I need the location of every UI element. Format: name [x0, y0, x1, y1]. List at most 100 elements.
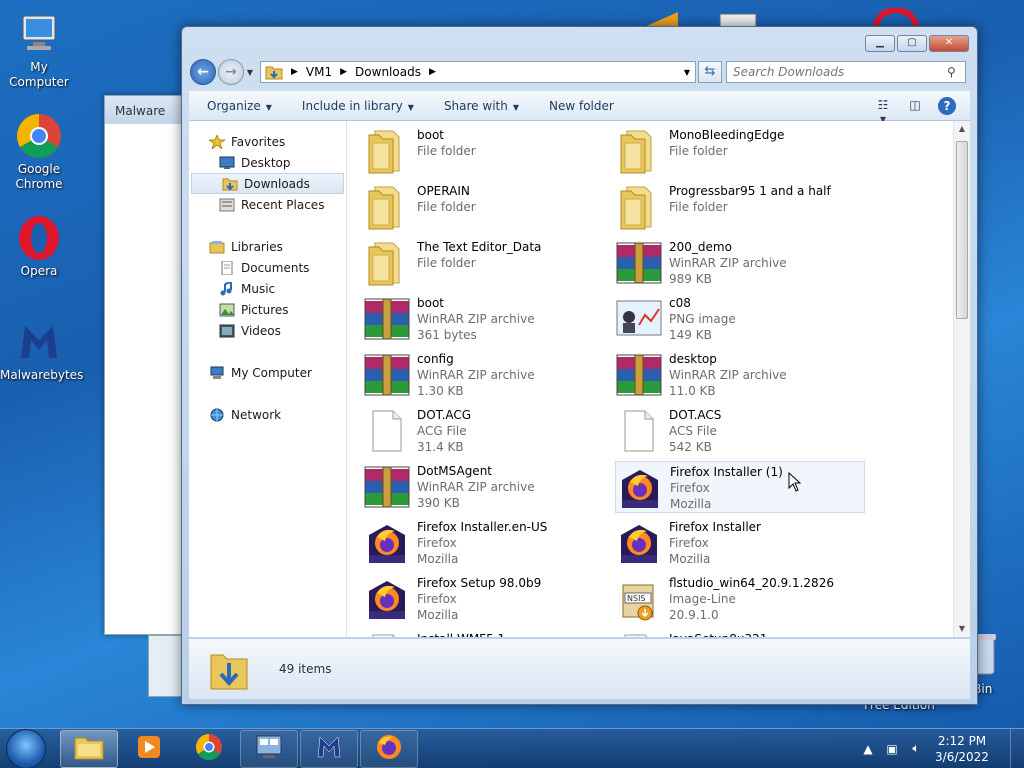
file-item[interactable]: boot WinRAR ZIP archive 361 bytes	[363, 293, 613, 345]
minimize-button[interactable]: ▁	[865, 35, 895, 52]
change-view-icon[interactable]: ☷ ▾	[874, 98, 892, 126]
show-desktop-button[interactable]	[1010, 728, 1024, 768]
file-item[interactable]: MonoBleedingEdge File folder	[615, 125, 865, 177]
scroll-up-icon[interactable]: ▲	[954, 121, 970, 137]
desktop-icon-my-computer[interactable]: My Computer	[0, 10, 78, 90]
nav-label: Videos	[241, 323, 281, 338]
file-item[interactable]: OPERAIN File folder	[363, 181, 613, 233]
file-type: Firefox	[417, 592, 457, 606]
nav-libraries[interactable]: Libraries	[189, 236, 346, 257]
nav-recent-places[interactable]: Recent Places	[189, 194, 346, 215]
file-size: Mozilla	[417, 608, 459, 622]
music-icon	[219, 280, 235, 296]
clock[interactable]: 2:12 PM 3/6/2022	[932, 733, 992, 765]
file-item[interactable]: Firefox Setup 98.0b9 Firefox Mozilla	[363, 573, 613, 625]
file-item[interactable]: desktop WinRAR ZIP archive 11.0 KB	[615, 349, 865, 401]
desktop-icon-label: Google Chrome	[15, 162, 63, 191]
file-name: boot	[417, 296, 445, 310]
volume-icon[interactable]: 🔈︎	[908, 741, 924, 756]
chrome-icon	[195, 733, 223, 764]
file-type: WinRAR ZIP archive	[417, 480, 535, 494]
explorer-window[interactable]: ▁ ▢ ✕ ← → ▼ ▶ VM1 ▶ Downloads ▶ ▼ ⇆ ⚲ Or…	[181, 26, 978, 705]
nav-pictures[interactable]: Pictures	[189, 299, 346, 320]
file-list[interactable]: boot File folder MonoBleedingEdge File fold…	[347, 121, 970, 637]
taskbar-malwarebytes[interactable]	[300, 729, 358, 768]
nav-network[interactable]: Network	[189, 404, 346, 425]
scrollbar-thumb[interactable]	[956, 141, 968, 319]
chevron-down-icon: ▼	[512, 102, 519, 112]
show-hidden-icons-icon[interactable]: ▲	[860, 742, 876, 756]
taskbar-media-player[interactable]	[120, 730, 178, 768]
breadcrumb-separator[interactable]: ▶	[291, 67, 298, 77]
taskbar-control-panel[interactable]	[240, 729, 298, 768]
file-item[interactable]: Install-WMF5.1	[363, 629, 613, 637]
search-icon[interactable]: ⚲	[947, 65, 965, 79]
nav-my-computer[interactable]: My Computer	[189, 362, 346, 383]
search-input[interactable]	[733, 65, 947, 79]
forward-button[interactable]: →	[218, 59, 244, 85]
file-item[interactable]: boot File folder	[363, 125, 613, 177]
winrar-icon	[363, 463, 411, 511]
file-item[interactable]: Firefox Installer Firefox Mozilla	[615, 517, 865, 569]
nav-desktop[interactable]: Desktop	[189, 152, 346, 173]
maximize-button[interactable]: ▢	[897, 35, 927, 52]
file-item[interactable]: Firefox Installer.en-US Firefox Mozilla	[363, 517, 613, 569]
address-bar[interactable]: ▶ VM1 ▶ Downloads ▶ ▼	[260, 61, 696, 83]
nav-favorites[interactable]: Favorites	[189, 131, 346, 152]
file-item[interactable]: The Text Editor_Data File folder	[363, 237, 613, 289]
desktop-icon-malwarebytes[interactable]: Malwarebytes	[0, 318, 83, 383]
command-bar: Organize ▼ Include in library ▼ Share with…	[189, 91, 970, 126]
file-item[interactable]: config WinRAR ZIP archive 1.30 KB	[363, 349, 613, 401]
file-name: DOT.ACG	[417, 408, 472, 422]
file-item[interactable]: DOT.ACS ACS File 542 KB	[615, 405, 865, 457]
file-type: WinRAR ZIP archive	[669, 368, 787, 382]
breadcrumb-separator[interactable]: ▶	[340, 67, 347, 77]
nav-music[interactable]: Music	[189, 278, 346, 299]
preview-pane-icon[interactable]: ◫	[906, 98, 924, 114]
taskbar-firefox[interactable]	[360, 729, 418, 768]
desktop-icon-google-chrome[interactable]: Google Chrome	[0, 112, 78, 192]
help-icon[interactable]: ?	[938, 96, 956, 115]
file-item[interactable]: DotMSAgent WinRAR ZIP archive 390 KB	[363, 461, 613, 513]
search-box[interactable]: ⚲	[726, 61, 966, 83]
breadcrumb-downloads[interactable]: Downloads	[355, 65, 421, 79]
address-dropdown-icon[interactable]: ▼	[679, 68, 695, 77]
file-item[interactable]: NSIS flstudio_win64_20.9.1.2826 Image-Line…	[615, 573, 865, 625]
close-button[interactable]: ✕	[929, 35, 969, 52]
include-in-library-button[interactable]: Include in library ▼	[302, 99, 414, 113]
new-folder-button[interactable]: New folder	[549, 99, 614, 113]
item-count: 49 items	[279, 662, 332, 676]
file-item[interactable]: JavaSetup8u321	[615, 629, 865, 637]
breadcrumb-separator[interactable]: ▶	[429, 67, 436, 77]
file-name: boot	[417, 128, 445, 142]
scroll-down-icon[interactable]: ▼	[954, 621, 970, 637]
breadcrumb-vm1[interactable]: VM1	[306, 65, 332, 79]
nav-documents[interactable]: Documents	[189, 257, 346, 278]
file-size: 1.30 KB	[417, 384, 464, 398]
winrar-icon	[363, 351, 411, 399]
include-in-library-label: Include in library	[301, 98, 403, 113]
vertical-scrollbar[interactable]: ▲ ▼	[953, 121, 970, 637]
organize-button[interactable]: Organize ▼	[207, 99, 272, 113]
file-item[interactable]: DOT.ACG ACG File 31.4 KB	[363, 405, 613, 457]
image-icon	[615, 295, 663, 343]
start-button[interactable]	[6, 728, 46, 768]
recent-places-icon	[219, 198, 235, 212]
nav-label: Libraries	[231, 239, 283, 254]
desktop-icon-opera[interactable]: Opera	[0, 214, 78, 279]
file-item[interactable]: 200_demo WinRAR ZIP archive 989 KB	[615, 237, 865, 289]
file-item[interactable]: c08 PNG image 149 KB	[615, 293, 865, 345]
share-with-button[interactable]: Share with ▼	[444, 99, 519, 113]
explorer-body: Favorites Desktop Downloads Recent Place…	[189, 121, 970, 637]
network-status-icon[interactable]: ▣	[884, 742, 900, 756]
taskbar-chrome[interactable]	[180, 730, 238, 768]
taskbar-explorer[interactable]	[60, 729, 118, 768]
back-button[interactable]: ←	[190, 59, 216, 85]
nav-label: Desktop	[241, 155, 291, 170]
file-item[interactable]: Progressbar95 1 and a half File folder	[615, 181, 865, 233]
file-item[interactable]: Firefox Installer (1) Firefox Mozilla	[615, 461, 865, 513]
recent-pages-dropdown[interactable]: ▼	[244, 68, 256, 77]
nav-videos[interactable]: Videos	[189, 320, 346, 341]
refresh-button[interactable]: ⇆	[698, 61, 722, 83]
nav-downloads[interactable]: Downloads	[191, 173, 344, 194]
